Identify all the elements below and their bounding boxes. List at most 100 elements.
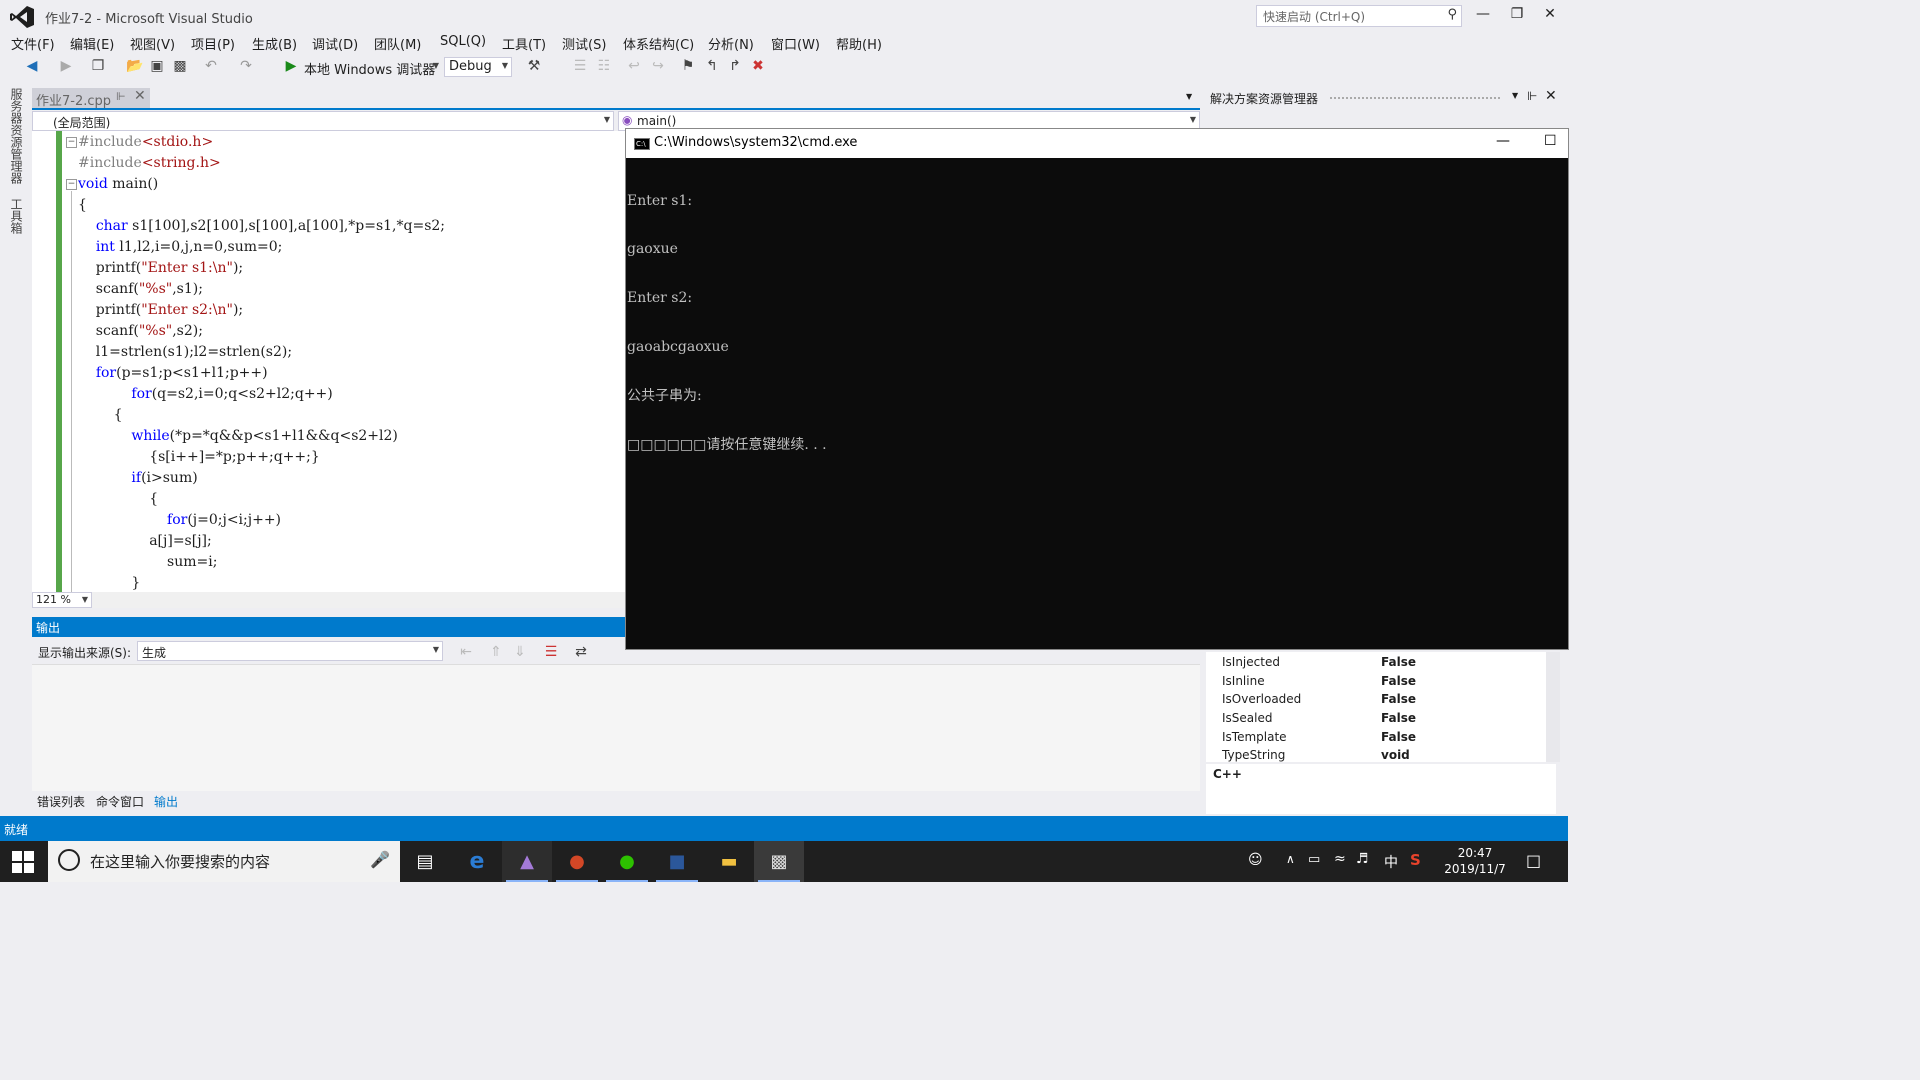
open-file-icon[interactable]: 📂: [126, 58, 143, 74]
word-icon[interactable]: ■: [652, 841, 702, 882]
bookmark-icon[interactable]: ⚑: [680, 58, 696, 74]
back-icon[interactable]: ◀: [24, 58, 40, 74]
menu-help[interactable]: 帮助(H): [836, 34, 882, 53]
taskbar-search-box[interactable]: 在这里输入你要搜索的内容 🎤: [48, 841, 400, 882]
clear-all-icon[interactable]: ☰: [543, 644, 559, 660]
word-wrap-icon[interactable]: ⇄: [573, 644, 589, 660]
next-message-icon[interactable]: ⇓: [512, 644, 528, 660]
menu-file[interactable]: 文件(F): [11, 34, 55, 53]
tab-error-list[interactable]: 错误列表: [37, 793, 85, 810]
wifi-icon[interactable]: ≈: [1334, 851, 1346, 867]
taskbar-clock[interactable]: 20:47 2019/11/7: [1440, 845, 1510, 877]
undo-icon[interactable]: ↶: [203, 58, 219, 74]
property-row[interactable]: IsInjected False: [1222, 653, 1542, 672]
ime-indicator[interactable]: 中: [1384, 852, 1398, 872]
property-row[interactable]: IsSealed False: [1222, 709, 1542, 728]
restore-button[interactable]: ❐: [1505, 6, 1529, 26]
start-debugger-button[interactable]: 本地 Windows 调试器: [304, 59, 435, 78]
toolbox-tab[interactable]: 工具箱: [8, 198, 25, 234]
console-minimize-button[interactable]: —: [1496, 133, 1510, 149]
next-bookmark-icon[interactable]: ↱: [727, 58, 743, 74]
property-row[interactable]: IsTemplate False: [1222, 728, 1542, 747]
edge-icon[interactable]: e: [452, 841, 502, 882]
menu-edit[interactable]: 编辑(E): [70, 34, 114, 53]
output-text-area[interactable]: [32, 664, 1200, 791]
properties-scrollbar[interactable]: [1546, 652, 1560, 762]
menu-test[interactable]: 测试(S): [562, 34, 606, 53]
server-explorer-tab[interactable]: 服务器资源管理器: [8, 88, 25, 184]
chevron-up-icon[interactable]: ∧: [1286, 852, 1295, 866]
document-tab[interactable]: 作业7-2.cpp ⊩ ✕: [32, 88, 150, 109]
sogou-input-icon[interactable]: S: [1410, 851, 1421, 869]
chevron-down-icon[interactable]: ▼: [1512, 91, 1518, 100]
property-row[interactable]: TypeString void: [1222, 746, 1542, 762]
menu-analyze[interactable]: 分析(N): [708, 34, 754, 53]
indent-icon[interactable]: ↩: [626, 58, 642, 74]
tab-overflow-icon[interactable]: ▼: [1186, 92, 1192, 101]
pin-icon[interactable]: ⊩: [1527, 89, 1537, 103]
previous-message-icon[interactable]: ⇑: [488, 644, 504, 660]
find-message-icon[interactable]: ⇤: [458, 644, 474, 660]
uncomment-icon[interactable]: ☷: [596, 58, 612, 74]
minimize-button[interactable]: —: [1471, 6, 1495, 26]
scope-dropdown[interactable]: (全局范围) ▼: [32, 111, 614, 131]
find-in-files-icon[interactable]: ⚒: [526, 58, 542, 74]
menu-sql[interactable]: SQL(Q): [440, 34, 486, 49]
editor-horizontal-scrollbar[interactable]: [92, 592, 626, 608]
menu-team[interactable]: 团队(M): [374, 34, 421, 53]
console-line: gaoabcgaoxue: [627, 339, 729, 356]
powerpoint-icon[interactable]: ●: [552, 841, 602, 882]
close-tab-icon[interactable]: ✕: [134, 88, 146, 104]
cmd-taskbar-icon[interactable]: ▩: [754, 841, 804, 882]
previous-bookmark-icon[interactable]: ↰: [704, 58, 720, 74]
save-icon[interactable]: ▣: [149, 58, 165, 74]
comment-icon[interactable]: ☰: [572, 58, 588, 74]
menu-window[interactable]: 窗口(W): [771, 34, 820, 53]
code-editor[interactable]: − − #include<stdio.h> #include<string.h>…: [32, 131, 626, 592]
wechat-icon[interactable]: ●: [602, 841, 652, 882]
save-all-icon[interactable]: ▩: [172, 58, 188, 74]
windows-start-icon[interactable]: [12, 851, 34, 873]
task-view-icon[interactable]: ▤: [400, 841, 450, 882]
member-dropdown[interactable]: ◉ main() ▼: [618, 111, 1200, 131]
console-window[interactable]: C:\ C:\Windows\system32\cmd.exe — ☐ Ente…: [626, 129, 1568, 649]
property-row[interactable]: IsOverloaded False: [1222, 690, 1542, 709]
pin-icon[interactable]: ⊩: [116, 90, 126, 103]
new-project-icon[interactable]: ❐: [90, 58, 106, 74]
output-source-select[interactable]: 生成 ▼: [137, 641, 443, 661]
console-maximize-button[interactable]: ☐: [1544, 133, 1557, 149]
taskbar-search-placeholder: 在这里输入你要搜索的内容: [90, 853, 271, 871]
people-icon[interactable]: ☺: [1248, 852, 1263, 868]
battery-icon[interactable]: ▭: [1308, 852, 1320, 867]
menu-project[interactable]: 项目(P): [191, 34, 235, 53]
visual-studio-taskbar-icon[interactable]: ▲: [502, 841, 552, 882]
menu-debug[interactable]: 调试(D): [312, 34, 358, 53]
menu-view[interactable]: 视图(V): [130, 34, 175, 53]
chevron-down-icon[interactable]: ▼: [428, 58, 444, 74]
property-row[interactable]: IsInline False: [1222, 672, 1542, 691]
console-title-bar[interactable]: C:\ C:\Windows\system32\cmd.exe — ☐: [626, 129, 1568, 158]
volume-icon[interactable]: ♬: [1356, 851, 1369, 867]
forward-icon[interactable]: ▶: [58, 58, 74, 74]
properties-grid: IsInjected False IsInline False IsOverload…: [1206, 652, 1546, 762]
close-button[interactable]: ✕: [1538, 6, 1562, 26]
notification-icon[interactable]: □: [1526, 851, 1541, 870]
clear-bookmarks-icon[interactable]: ✖: [750, 58, 766, 74]
menu-tools[interactable]: 工具(T): [502, 34, 546, 53]
redo-icon[interactable]: ↷: [238, 58, 254, 74]
collapse-icon[interactable]: −: [66, 179, 77, 190]
solution-configuration-select[interactable]: Debug ▼: [444, 57, 512, 77]
quick-launch-input[interactable]: 快速启动 (Ctrl+Q) ⚲: [1256, 5, 1462, 27]
menu-architecture[interactable]: 体系结构(C): [623, 34, 694, 53]
zoom-level-select[interactable]: 121 % ▼: [32, 592, 92, 608]
outdent-icon[interactable]: ↪: [650, 58, 666, 74]
collapse-icon[interactable]: −: [66, 137, 77, 148]
microphone-icon[interactable]: 🎤: [370, 850, 390, 869]
file-explorer-icon[interactable]: ▬: [704, 841, 754, 882]
tab-output[interactable]: 输出: [154, 793, 178, 810]
start-debug-icon[interactable]: ▶: [283, 58, 299, 74]
menu-build[interactable]: 生成(B): [252, 34, 297, 53]
tab-command-window[interactable]: 命令窗口: [96, 793, 144, 810]
close-icon[interactable]: ✕: [1545, 88, 1557, 104]
output-panel-header: 输出: [32, 617, 626, 637]
